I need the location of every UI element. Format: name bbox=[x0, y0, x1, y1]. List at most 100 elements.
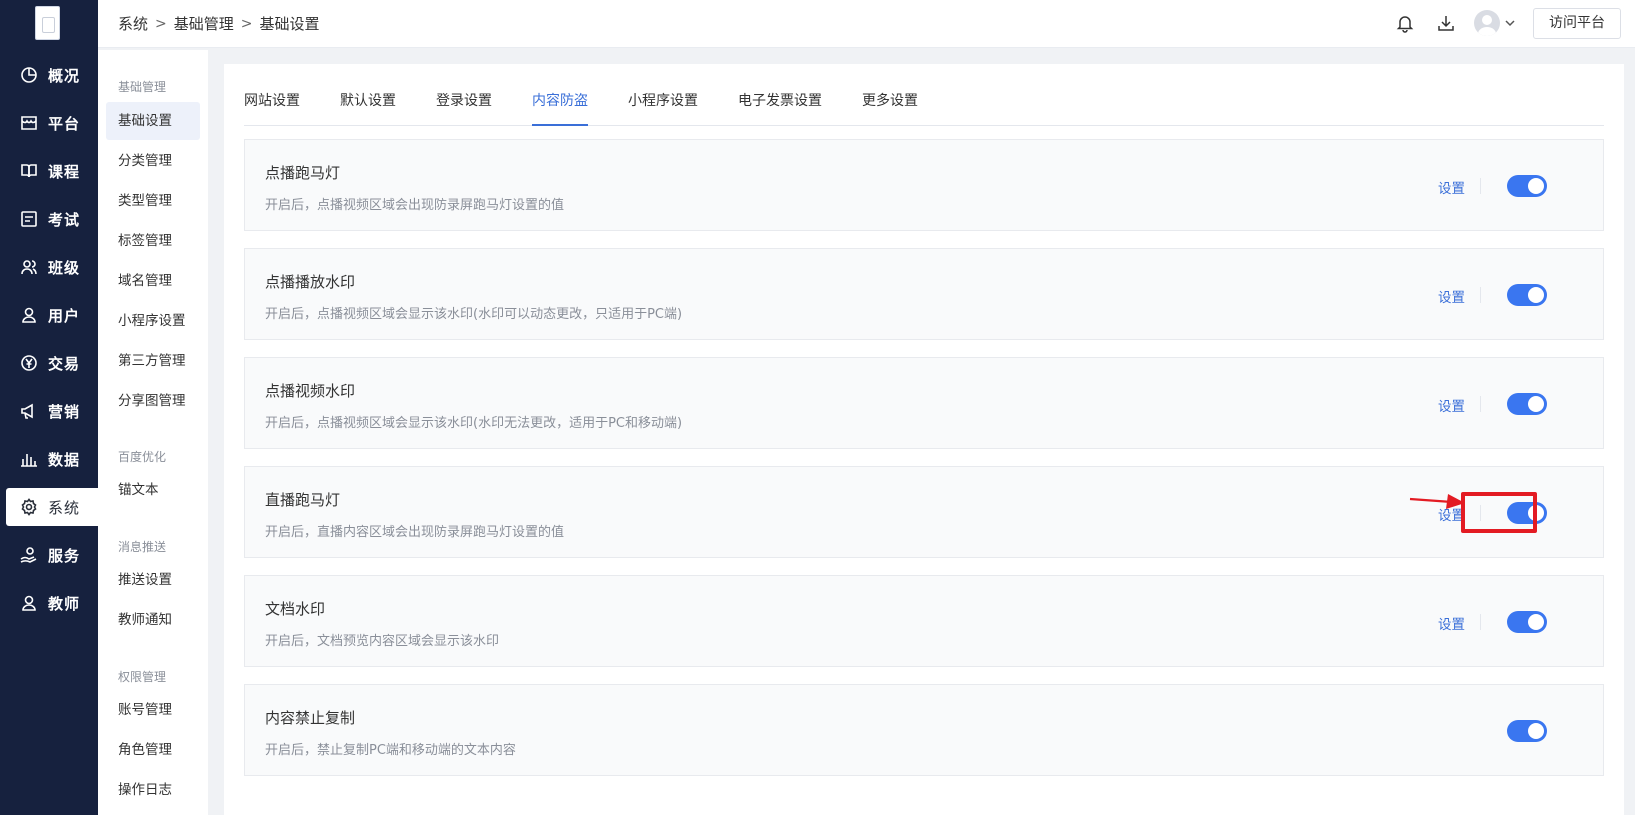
nav-item-class[interactable]: 班级 bbox=[0, 248, 98, 286]
setting-description: 开启后，禁止复制PC端和移动端的文本内容 bbox=[265, 743, 516, 758]
service-icon bbox=[20, 546, 38, 564]
visit-platform-button[interactable]: 访问平台 bbox=[1533, 8, 1621, 39]
setting-card-document-watermark: 文档水印 开启后，文档预览内容区域会显示该水印 设置 bbox=[244, 575, 1604, 667]
nav-item-system[interactable]: 系统 bbox=[6, 488, 98, 526]
nav-item-user[interactable]: 用户 bbox=[0, 296, 98, 334]
sub-item-third-party[interactable]: 第三方管理 bbox=[106, 342, 200, 380]
nav-item-label: 平台 bbox=[48, 114, 81, 133]
sub-item-category[interactable]: 分类管理 bbox=[106, 142, 200, 180]
sub-item-account[interactable]: 账号管理 bbox=[106, 691, 200, 729]
nav-item-label: 考试 bbox=[48, 210, 81, 229]
setting-description: 开启后，点播视频区域会显示该水印(水印无法更改，适用于PC和移动端) bbox=[265, 416, 683, 431]
setting-card-vod-video-watermark: 点播视频水印 开启后，点播视频区域会显示该水印(水印无法更改，适用于PC和移动端… bbox=[244, 357, 1604, 449]
nav-item-label: 课程 bbox=[48, 162, 81, 181]
setting-title: 点播跑马灯 bbox=[265, 164, 341, 182]
enable-toggle[interactable] bbox=[1507, 720, 1547, 742]
chevron-right-icon: > bbox=[240, 15, 253, 32]
tab-default[interactable]: 默认设置 bbox=[340, 90, 396, 126]
enable-toggle[interactable] bbox=[1507, 284, 1547, 306]
yuan-icon bbox=[20, 354, 38, 372]
nav-item-label: 营销 bbox=[48, 402, 81, 421]
download-icon[interactable] bbox=[1435, 12, 1457, 34]
nav-item-platform[interactable]: 平台 bbox=[0, 104, 98, 142]
sub-item-role[interactable]: 角色管理 bbox=[106, 731, 200, 769]
sub-item-tag[interactable]: 标签管理 bbox=[106, 222, 200, 260]
bell-icon[interactable] bbox=[1394, 12, 1416, 34]
logo[interactable] bbox=[35, 6, 60, 40]
nav-item-trade[interactable]: 交易 bbox=[0, 344, 98, 382]
exam-icon bbox=[20, 210, 38, 228]
tab-e-invoice[interactable]: 电子发票设置 bbox=[738, 90, 822, 126]
nav-item-teacher[interactable]: 教师 bbox=[0, 584, 98, 622]
nav-item-data[interactable]: 数据 bbox=[0, 440, 98, 478]
setting-description: 开启后，点播视频区域会出现防录屏跑马灯设置的值 bbox=[265, 198, 565, 213]
nav-item-label: 服务 bbox=[48, 546, 81, 565]
sub-item-teacher-notice[interactable]: 教师通知 bbox=[106, 601, 200, 639]
sub-group-title: 基础管理 bbox=[118, 80, 167, 94]
nav-item-overview[interactable]: 概况 bbox=[0, 56, 98, 94]
sub-menu: 基础管理 基础设置 分类管理 类型管理 标签管理 域名管理 小程序设置 第三方管… bbox=[98, 50, 208, 815]
shop-icon bbox=[20, 114, 38, 132]
tab-miniapp[interactable]: 小程序设置 bbox=[628, 90, 698, 126]
nav-item-course[interactable]: 课程 bbox=[0, 152, 98, 190]
settings-link[interactable]: 设置 bbox=[1438, 177, 1465, 197]
setting-description: 开启后，点播视频区域会显示该水印(水印可以动态更改，只适用于PC端) bbox=[265, 307, 683, 322]
tab-more[interactable]: 更多设置 bbox=[862, 90, 918, 126]
book-icon bbox=[20, 162, 38, 180]
nav-item-service[interactable]: 服务 bbox=[0, 536, 98, 574]
setting-title: 点播视频水印 bbox=[265, 382, 356, 400]
setting-card-vod-play-watermark: 点播播放水印 开启后，点播视频区域会显示该水印(水印可以动态更改，只适用于PC端… bbox=[244, 248, 1604, 340]
settings-tabs: 网站设置 默认设置 登录设置 内容防盗 小程序设置 电子发票设置 更多设置 bbox=[244, 90, 1604, 126]
setting-card-no-copy: 内容禁止复制 开启后，禁止复制PC端和移动端的文本内容 bbox=[244, 684, 1604, 776]
nav-item-label: 系统 bbox=[48, 498, 81, 517]
sub-item-anchor-text[interactable]: 锚文本 bbox=[106, 471, 200, 509]
nav-item-exam[interactable]: 考试 bbox=[0, 200, 98, 238]
avatar[interactable] bbox=[1474, 10, 1500, 36]
chevron-down-icon[interactable] bbox=[1503, 16, 1517, 30]
setting-title: 内容禁止复制 bbox=[265, 709, 356, 727]
tab-website[interactable]: 网站设置 bbox=[244, 90, 300, 126]
setting-title: 文档水印 bbox=[265, 600, 326, 618]
enable-toggle[interactable] bbox=[1507, 175, 1547, 197]
divider bbox=[1480, 614, 1481, 630]
sub-item-type[interactable]: 类型管理 bbox=[106, 182, 200, 220]
nav-item-label: 交易 bbox=[48, 354, 81, 373]
divider bbox=[1480, 287, 1481, 303]
user-icon bbox=[20, 306, 38, 324]
sub-item-domain[interactable]: 域名管理 bbox=[106, 262, 200, 300]
breadcrumb-item[interactable]: 基础管理 bbox=[174, 13, 234, 34]
sub-item-log[interactable]: 操作日志 bbox=[106, 771, 200, 809]
breadcrumb-item[interactable]: 系统 bbox=[118, 13, 148, 34]
settings-link[interactable]: 设置 bbox=[1438, 613, 1465, 633]
pie-chart-icon bbox=[20, 66, 38, 84]
sub-group-title: 权限管理 bbox=[118, 670, 167, 684]
sub-group-title: 百度优化 bbox=[118, 450, 167, 464]
settings-link[interactable]: 设置 bbox=[1438, 286, 1465, 306]
breadcrumb-item: 基础设置 bbox=[259, 15, 320, 33]
setting-card-vod-marquee: 点播跑马灯 开启后，点播视频区域会出现防录屏跑马灯设置的值 设置 bbox=[244, 139, 1604, 231]
gear-icon bbox=[20, 498, 38, 516]
top-header: 系统 > 基础管理 > 基础设置 访问平台 bbox=[98, 0, 1635, 48]
setting-title: 点播播放水印 bbox=[265, 273, 356, 291]
nav-item-label: 概况 bbox=[48, 66, 81, 85]
content-panel: 网站设置 默认设置 登录设置 内容防盗 小程序设置 电子发票设置 更多设置 点播… bbox=[224, 64, 1624, 815]
tab-content-protection[interactable]: 内容防盗 bbox=[532, 90, 588, 126]
nav-item-label: 班级 bbox=[48, 258, 81, 277]
divider bbox=[1480, 396, 1481, 412]
setting-card-live-marquee: 直播跑马灯 开启后，直播内容区域会出现防录屏跑马灯设置的值 设置 bbox=[244, 466, 1604, 558]
tab-login[interactable]: 登录设置 bbox=[436, 90, 492, 126]
nav-item-label: 教师 bbox=[48, 594, 81, 613]
settings-link[interactable]: 设置 bbox=[1438, 395, 1465, 415]
nav-item-marketing[interactable]: 营销 bbox=[0, 392, 98, 430]
sub-item-basic-settings[interactable]: 基础设置 bbox=[106, 102, 200, 140]
sub-item-push[interactable]: 推送设置 bbox=[106, 561, 200, 599]
sub-item-miniapp[interactable]: 小程序设置 bbox=[106, 302, 200, 340]
enable-toggle[interactable] bbox=[1507, 393, 1547, 415]
annotation-highlight-box bbox=[1461, 492, 1537, 533]
nav-item-label: 用户 bbox=[48, 306, 81, 325]
enable-toggle[interactable] bbox=[1507, 611, 1547, 633]
setting-title: 直播跑马灯 bbox=[265, 491, 341, 509]
sub-item-share-image[interactable]: 分享图管理 bbox=[106, 382, 200, 420]
main-nav: 概况 平台 课程 考试 班级 用户 交易 营销 数据 系统 服务 教师 bbox=[0, 0, 98, 815]
bar-chart-icon bbox=[20, 450, 38, 468]
